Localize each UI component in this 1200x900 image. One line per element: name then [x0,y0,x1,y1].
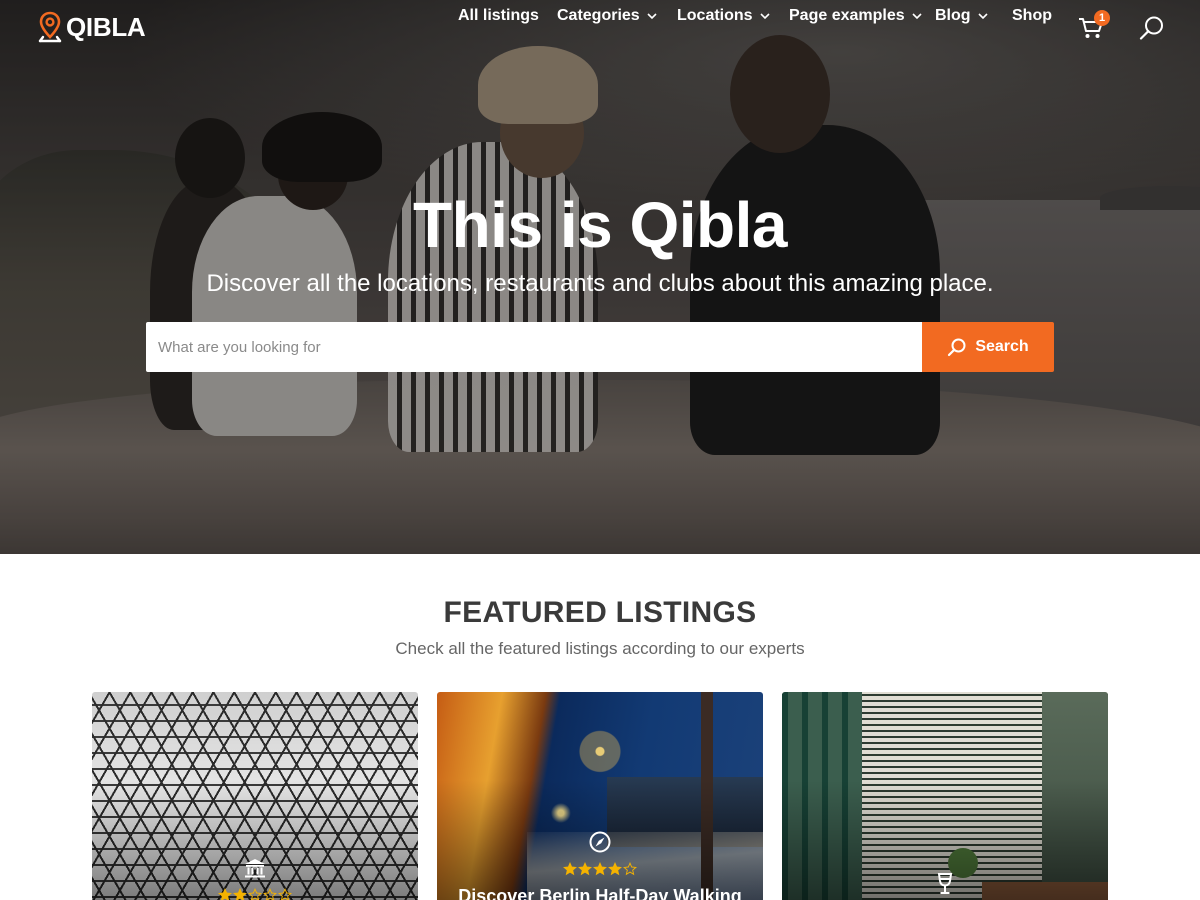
nav-item-all-listings[interactable]: All listings [458,7,539,25]
chevron-down-icon [912,12,922,19]
nav-item-label: Shop [1012,7,1052,24]
nav-item-blog[interactable]: Blog [935,7,988,25]
hero-subtitle: Discover all the locations, restaurants … [206,270,994,297]
star-empty-icon [263,888,277,900]
nav-item-locations[interactable]: Locations [677,7,770,25]
listing-card[interactable]: Discover Berlin Half-Day Walking [437,692,763,900]
listing-card-overlay [782,692,1108,900]
nav-item-categories[interactable]: Categories [557,7,657,25]
star-filled-icon [233,888,247,900]
star-filled-icon [608,862,622,876]
star-filled-icon [563,862,577,876]
hero-search-form: Search [146,322,1054,372]
hero-title: This is Qibla [412,189,788,261]
listing-card[interactable] [782,692,1108,900]
search-button-label: Search [975,338,1029,355]
star-empty-icon [278,888,292,900]
listing-card-title: Discover Berlin Half-Day Walking [458,886,742,900]
search-button[interactable]: Search [922,322,1054,372]
rating-stars [563,862,638,876]
nav-item-label: Locations [677,7,753,24]
nav-item-shop[interactable]: Shop [1012,7,1052,25]
search-input[interactable] [146,322,922,372]
nav-item-label: All listings [458,7,539,24]
nav-item-page-examples[interactable]: Page examples [789,7,922,25]
top-navigation: QIBLA All listings Categories Locations … [0,0,1200,56]
star-empty-icon [623,862,637,876]
search-icon [948,338,966,357]
hero-section: This is Qibla Discover all the locations… [0,0,1200,554]
star-empty-icon [248,888,262,900]
star-filled-icon [593,862,607,876]
featured-subtitle: Check all the featured listings accordin… [395,639,805,658]
brand-name: QIBLA [66,11,146,42]
brand-logo[interactable]: QIBLA [36,10,146,44]
compass-icon [589,831,611,853]
star-filled-icon [218,888,232,900]
wine-glass-icon [937,873,953,894]
rating-stars [218,888,293,900]
nav-item-label: Page examples [789,7,905,24]
chevron-down-icon [647,12,657,19]
listing-card[interactable] [92,692,418,900]
map-pin-icon [38,11,62,43]
nav-item-label: Categories [557,7,640,24]
chevron-down-icon [977,12,988,19]
featured-title: FEATURED LISTINGS [443,596,757,629]
cart-count-badge: 1 [1094,10,1110,26]
nav-item-label: Blog [935,7,971,24]
chevron-down-icon [759,12,770,19]
search-icon [1139,16,1163,40]
museum-icon [245,859,265,878]
star-filled-icon [578,862,592,876]
